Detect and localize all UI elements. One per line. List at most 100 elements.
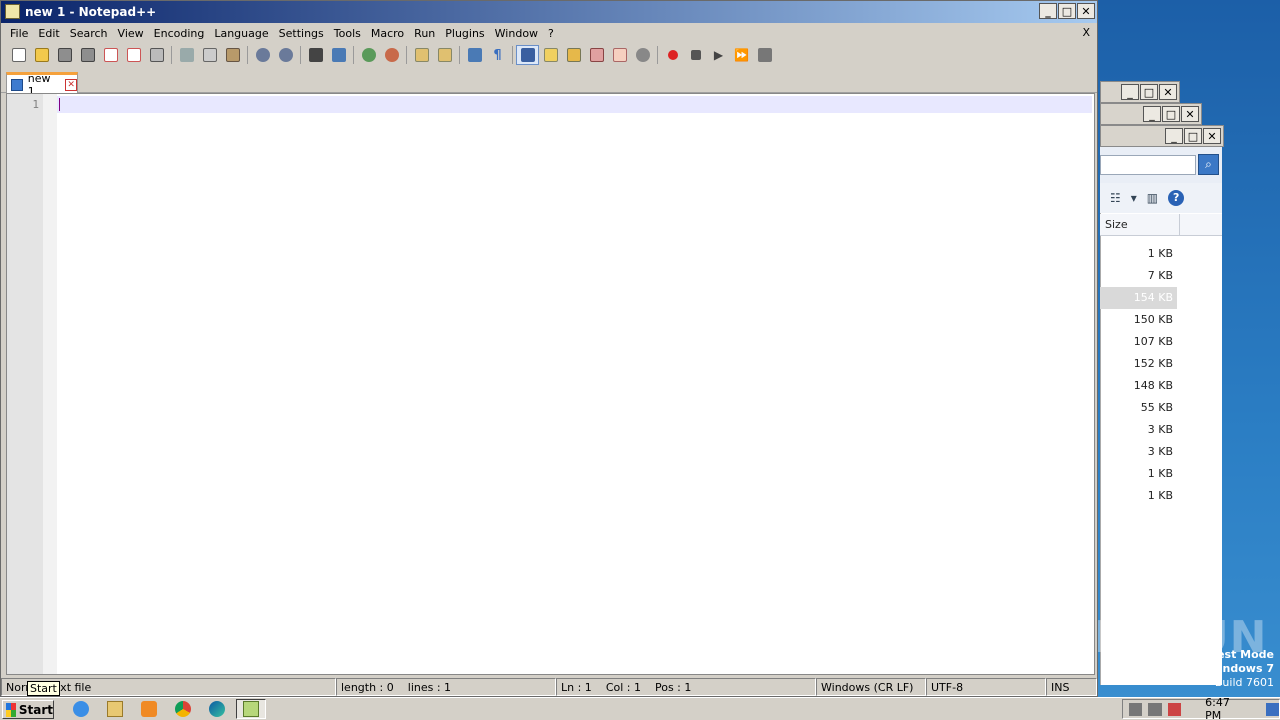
menu-plugins[interactable]: Plugins [440, 27, 489, 40]
zoom-out-icon[interactable] [380, 45, 403, 65]
chevron-down-icon[interactable]: ▾ [1131, 191, 1137, 205]
open-file-icon[interactable] [30, 45, 53, 65]
record-macro-icon[interactable] [661, 45, 684, 65]
minimize-icon[interactable]: _ [1039, 3, 1057, 19]
undo-icon[interactable] [251, 45, 274, 65]
menu-close-button[interactable]: X [1082, 26, 1090, 39]
maximize-icon[interactable]: □ [1184, 128, 1202, 144]
background-window-titlebar-1[interactable]: _ □ ✕ [1100, 81, 1180, 103]
title-bar[interactable]: new 1 - Notepad++ _ □ ✕ [1, 1, 1097, 23]
file-size-row[interactable]: 150 KB [1100, 309, 1177, 331]
menu-run[interactable]: Run [409, 27, 440, 40]
doc-map-icon[interactable] [539, 45, 562, 65]
zoom-in-icon[interactable] [357, 45, 380, 65]
file-size-row[interactable]: 152 KB [1100, 353, 1177, 375]
volume-icon[interactable] [1129, 702, 1143, 716]
paste-icon[interactable] [221, 45, 244, 65]
status-insert-mode[interactable]: INS [1046, 678, 1097, 696]
text-editor[interactable]: 1 [6, 93, 1095, 675]
tab-new-1[interactable]: new 1 ✕ [6, 72, 78, 98]
function-list-icon[interactable] [562, 45, 585, 65]
indent-guide-icon[interactable] [516, 45, 539, 65]
menu-settings[interactable]: Settings [274, 27, 329, 40]
menu-search[interactable]: Search [65, 27, 113, 40]
explorer-search-input[interactable] [1100, 155, 1196, 175]
close-file-icon[interactable] [99, 45, 122, 65]
sync-horizontal-icon[interactable] [433, 45, 456, 65]
status-eol[interactable]: Windows (CR LF) [816, 678, 926, 696]
help-icon[interactable]: ? [1168, 190, 1185, 206]
notepadpp-icon[interactable] [236, 699, 266, 719]
play-macro-icon[interactable]: ▶ [707, 45, 730, 65]
replace-icon[interactable] [327, 45, 350, 65]
run-macro-multiple-icon[interactable]: ⏩ [730, 45, 753, 65]
menu-help[interactable]: ? [543, 27, 559, 40]
folder-as-workspace-icon[interactable] [585, 45, 608, 65]
word-wrap-icon[interactable] [463, 45, 486, 65]
close-icon[interactable]: ✕ [1159, 84, 1177, 100]
monitoring-icon[interactable] [608, 45, 631, 65]
file-size-row[interactable]: 154 KB [1100, 287, 1177, 309]
clock[interactable]: 6:47 PM [1205, 696, 1247, 720]
close-icon[interactable]: ✕ [1181, 106, 1199, 122]
sync-vertical-icon[interactable] [410, 45, 433, 65]
show-desktop-icon[interactable] [1265, 702, 1279, 716]
save-icon[interactable] [53, 45, 76, 65]
file-size-row[interactable]: 55 KB [1100, 397, 1177, 419]
save-macro-icon[interactable] [753, 45, 776, 65]
explorer-icon[interactable] [100, 699, 130, 719]
close-icon[interactable]: ✕ [1077, 3, 1095, 19]
status-encoding[interactable]: UTF-8 [926, 678, 1046, 696]
stop-macro-icon[interactable] [684, 45, 707, 65]
doc-switcher-icon[interactable] [631, 45, 654, 65]
taskbar-pinned-apps [66, 699, 266, 719]
copy-icon[interactable] [198, 45, 221, 65]
file-size-row[interactable]: 148 KB [1100, 375, 1177, 397]
minimize-icon[interactable]: _ [1121, 84, 1139, 100]
menu-tools[interactable]: Tools [329, 27, 366, 40]
search-icon[interactable]: ⌕ [1198, 154, 1219, 175]
preview-pane-icon[interactable]: ▥ [1147, 191, 1158, 205]
save-all-icon[interactable] [76, 45, 99, 65]
fold-margin[interactable] [43, 94, 57, 674]
media-player-icon[interactable] [134, 699, 164, 719]
menu-window[interactable]: Window [490, 27, 543, 40]
chrome-icon[interactable] [168, 699, 198, 719]
show-all-chars-icon[interactable]: ¶ [486, 45, 509, 65]
network-icon[interactable] [1148, 702, 1162, 716]
close-icon[interactable]: ✕ [1203, 128, 1221, 144]
minimize-icon[interactable]: _ [1165, 128, 1183, 144]
ie-icon[interactable] [66, 699, 96, 719]
view-options-icon[interactable]: ☷ [1110, 191, 1121, 205]
file-size-row[interactable]: 1 KB [1100, 485, 1177, 507]
column-header-size[interactable]: Size [1100, 214, 1180, 236]
menu-edit[interactable]: Edit [33, 27, 64, 40]
file-size-row[interactable]: 107 KB [1100, 331, 1177, 353]
menu-macro[interactable]: Macro [366, 27, 409, 40]
file-size-row[interactable]: 3 KB [1100, 419, 1177, 441]
redo-icon[interactable] [274, 45, 297, 65]
edge-icon[interactable] [202, 699, 232, 719]
menu-view[interactable]: View [113, 27, 149, 40]
file-size-row[interactable]: 1 KB [1100, 463, 1177, 485]
close-all-icon[interactable] [122, 45, 145, 65]
file-size-row[interactable]: 3 KB [1100, 441, 1177, 463]
background-window-titlebar-2[interactable]: _ □ ✕ [1100, 103, 1202, 125]
file-size-row[interactable]: 7 KB [1100, 265, 1177, 287]
print-icon[interactable] [145, 45, 168, 65]
minimize-icon[interactable]: _ [1143, 106, 1161, 122]
find-icon[interactable] [304, 45, 327, 65]
menu-file[interactable]: File [5, 27, 33, 40]
close-tab-icon[interactable]: ✕ [65, 78, 77, 91]
cut-icon[interactable] [175, 45, 198, 65]
maximize-icon[interactable]: □ [1140, 84, 1158, 100]
maximize-icon[interactable]: □ [1058, 3, 1076, 19]
maximize-icon[interactable]: □ [1162, 106, 1180, 122]
new-file-icon[interactable] [7, 45, 30, 65]
file-size-row[interactable]: 1 KB [1100, 243, 1177, 265]
action-center-icon[interactable] [1167, 702, 1182, 716]
menu-language[interactable]: Language [209, 27, 273, 40]
menu-encoding[interactable]: Encoding [149, 27, 210, 40]
background-window-titlebar-3[interactable]: _ □ ✕ [1100, 125, 1224, 147]
start-button[interactable]: Start [2, 700, 54, 719]
